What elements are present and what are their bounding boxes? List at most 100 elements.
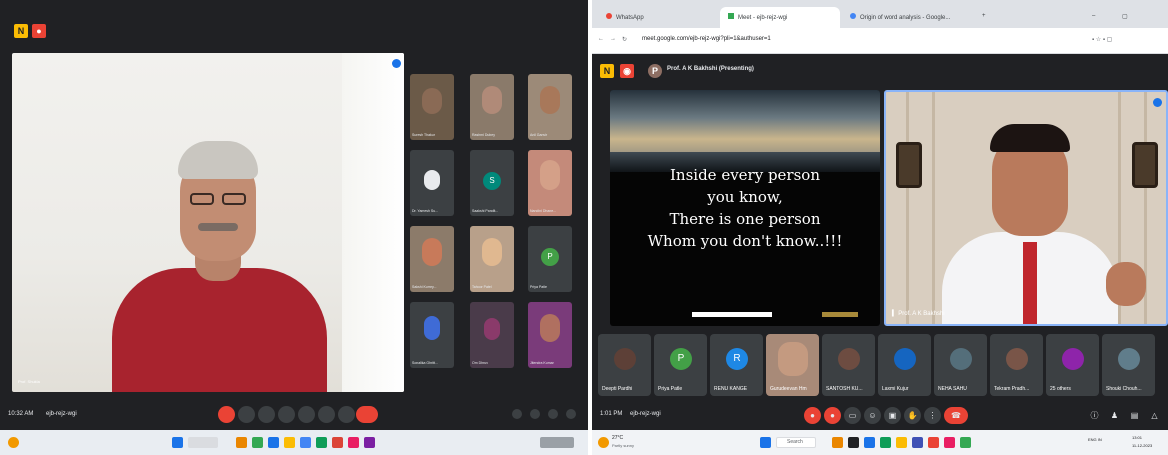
language-indicator[interactable]: ENG IN xyxy=(1088,437,1102,442)
participant-tile[interactable]: Gurudeevan Hm xyxy=(766,334,819,396)
clock-date[interactable]: 11-12-2023 xyxy=(1132,443,1152,448)
reload-icon[interactable]: ↻ xyxy=(622,36,627,43)
participant-tile[interactable]: Deepti Pardhi xyxy=(598,334,651,396)
participant-tile[interactable]: Laxmi Kujur xyxy=(878,334,931,396)
participant-tile[interactable]: Om Dhruv xyxy=(470,302,514,368)
system-tray-icon[interactable] xyxy=(540,437,574,448)
taskbar-app-icon[interactable] xyxy=(348,437,359,448)
url-field[interactable]: meet.google.com/ejb-rejz-wgi?pli=1&authu… xyxy=(642,36,771,42)
participant-tile[interactable]: Sakshi Kurrey... xyxy=(410,226,454,292)
speaker-label: ▍ Prof. A K Bakhshi xyxy=(892,311,945,317)
search-icon[interactable] xyxy=(188,437,218,448)
extension-icons[interactable]: ▪ ☆ ▪ ▢ xyxy=(1092,36,1112,43)
participant-tile[interactable]: P Priya Patle xyxy=(528,226,572,292)
camera-button[interactable]: ● xyxy=(824,407,841,424)
weather-desc: Partly sunny xyxy=(612,443,635,448)
search-box[interactable]: Search xyxy=(776,437,816,448)
taskbar-app-icon[interactable] xyxy=(236,437,247,448)
others-tile[interactable]: 25 others xyxy=(1046,334,1099,396)
presentation-badge xyxy=(822,312,858,317)
start-icon[interactable] xyxy=(172,437,183,448)
people-icon[interactable]: ♟ xyxy=(1106,407,1123,424)
taskbar-app-icon[interactable] xyxy=(896,437,907,448)
captions-button[interactable] xyxy=(258,406,275,423)
participant-tile[interactable]: Nandini Dhane... xyxy=(528,150,572,216)
record-badge-icon[interactable]: ● xyxy=(32,24,46,38)
avatar xyxy=(894,348,916,370)
taskbar-app-icon[interactable] xyxy=(364,437,375,448)
new-tab-button[interactable]: + xyxy=(974,7,994,28)
address-bar: ← → ↻ meet.google.com/ejb-rejz-wgi?pli=1… xyxy=(592,28,1168,54)
more-options-button[interactable] xyxy=(338,406,355,423)
tab-meet[interactable]: Meet - ejb-rejz-wgi xyxy=(720,7,840,28)
hand-badge-icon[interactable]: N xyxy=(600,64,614,78)
activities-icon[interactable]: △ xyxy=(1146,407,1163,424)
participant-tile[interactable]: Dr. Yamesh Su... xyxy=(410,150,454,216)
speaking-indicator-icon xyxy=(392,59,401,68)
participant-tile[interactable]: Anil Ganvir xyxy=(528,74,572,140)
mic-button[interactable] xyxy=(218,406,235,423)
start-icon[interactable] xyxy=(760,437,771,448)
forward-icon[interactable]: → xyxy=(610,36,616,42)
taskbar-app-icon[interactable] xyxy=(832,437,843,448)
participant-tile[interactable]: Suresh Thakur xyxy=(410,74,454,140)
participant-tile[interactable]: NEHA SAHU xyxy=(934,334,987,396)
raise-hand-button[interactable] xyxy=(318,406,335,423)
person-shirt xyxy=(112,268,327,392)
tab-whatsapp[interactable]: WhatsApp xyxy=(598,7,718,28)
taskbar-app-icon[interactable] xyxy=(864,437,875,448)
clock-time[interactable]: 13:01 xyxy=(1132,435,1142,440)
slide-line: Inside every person xyxy=(669,166,820,184)
maximize-button[interactable]: ▢ xyxy=(1114,7,1136,28)
emoji-button[interactable]: ☺ xyxy=(864,407,881,424)
taskbar-app-icon[interactable] xyxy=(944,437,955,448)
weather-icon[interactable] xyxy=(8,437,19,448)
taskbar-app-icon[interactable] xyxy=(332,437,343,448)
present-button[interactable]: ▣ xyxy=(884,407,901,424)
taskbar-app-icon[interactable] xyxy=(284,437,295,448)
raise-hand-button[interactable]: ✋ xyxy=(904,407,921,424)
taskbar-app-icon[interactable] xyxy=(848,437,859,448)
captions-button[interactable]: ▭ xyxy=(844,407,861,424)
record-badge-icon[interactable]: ◉ xyxy=(620,64,634,78)
taskbar-app-icon[interactable] xyxy=(912,437,923,448)
participant-tile[interactable]: SANTOSH KU... xyxy=(822,334,875,396)
people-icon[interactable] xyxy=(530,409,540,419)
participant-tile[interactable]: Sonalika Ghritt... xyxy=(410,302,454,368)
participant-tile[interactable]: R RENU KANGE xyxy=(710,334,763,396)
mic-button[interactable]: ● xyxy=(804,407,821,424)
participant-tile[interactable]: Rashmi Dubey xyxy=(470,74,514,140)
google-icon xyxy=(850,13,856,19)
minimize-button[interactable]: – xyxy=(1084,7,1103,28)
end-call-button[interactable] xyxy=(356,406,378,423)
chat-icon[interactable] xyxy=(548,409,558,419)
weather-temp: 27°C xyxy=(612,435,624,441)
presentation-controls[interactable] xyxy=(692,312,772,317)
taskbar-app-icon[interactable] xyxy=(928,437,939,448)
activities-icon[interactable] xyxy=(566,409,576,419)
weather-icon[interactable] xyxy=(598,437,609,448)
participant-tile[interactable]: S Saakshi Pandit... xyxy=(470,150,514,216)
emoji-button[interactable] xyxy=(278,406,295,423)
more-options-button[interactable]: ⋮ xyxy=(924,407,941,424)
tab-google-search[interactable]: Origin of word analysis - Google... xyxy=(842,7,972,28)
taskbar-app-icon[interactable] xyxy=(880,437,891,448)
taskbar-app-icon[interactable] xyxy=(300,437,311,448)
taskbar-app-icon[interactable] xyxy=(960,437,971,448)
info-icon[interactable]: ⓘ xyxy=(1086,407,1103,424)
participant-tile[interactable]: Tahoor Patel xyxy=(470,226,514,292)
end-call-button[interactable]: ☎ xyxy=(944,407,968,424)
participant-tile[interactable]: Shouki Chouh... xyxy=(1102,334,1155,396)
participant-tile[interactable]: P Priya Patle xyxy=(654,334,707,396)
camera-button[interactable] xyxy=(238,406,255,423)
hand-badge-icon[interactable]: N xyxy=(14,24,28,38)
back-icon[interactable]: ← xyxy=(598,36,604,42)
participant-tile[interactable]: Jitendra Kumar xyxy=(528,302,572,368)
participant-tile[interactable]: Tekram Pradh... xyxy=(990,334,1043,396)
taskbar-app-icon[interactable] xyxy=(316,437,327,448)
present-button[interactable] xyxy=(298,406,315,423)
taskbar-app-icon[interactable] xyxy=(268,437,279,448)
info-icon[interactable] xyxy=(512,409,522,419)
taskbar-app-icon[interactable] xyxy=(252,437,263,448)
chat-icon[interactable]: ▤ xyxy=(1126,407,1143,424)
